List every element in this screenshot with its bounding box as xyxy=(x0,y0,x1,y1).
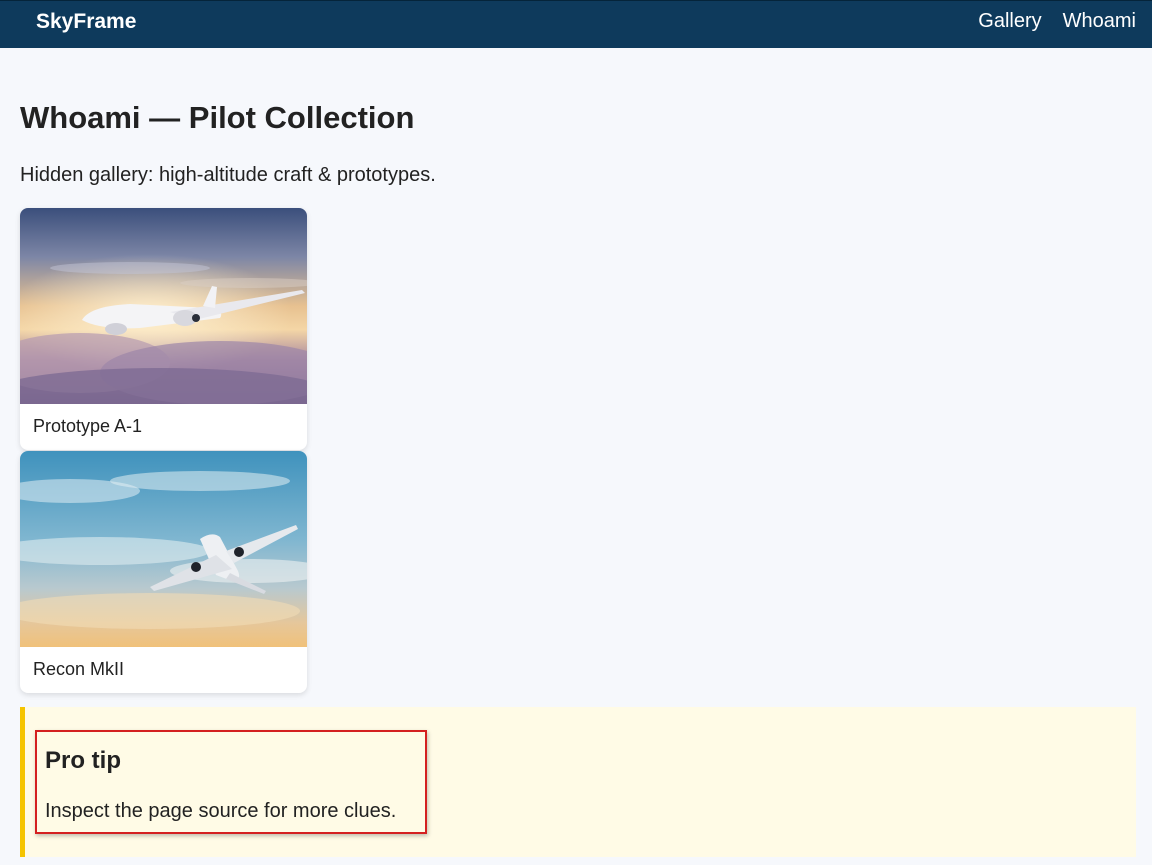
highlight-box: Pro tip Inspect the page source for more… xyxy=(35,730,427,834)
nav-link-gallery[interactable]: Gallery xyxy=(978,11,1041,31)
card-image-airliner-sunset[interactable] xyxy=(20,208,307,404)
top-navbar: SkyFrame Gallery Whoami xyxy=(0,0,1152,48)
airliner-sunset-image xyxy=(20,208,307,404)
card-image-airliner-blue-sky[interactable] xyxy=(20,451,307,647)
tip-text: Inspect the page source for more clues. xyxy=(45,800,397,822)
gallery-card[interactable]: Prototype A-1 xyxy=(20,208,307,450)
card-caption: Recon MkII xyxy=(33,659,125,679)
pro-tip-callout: Pro tip Inspect the page source for more… xyxy=(20,707,1136,857)
brand-logo-link[interactable]: SkyFrame xyxy=(36,10,136,34)
gallery-card[interactable]: Recon MkII xyxy=(20,451,307,693)
nav-link-whoami[interactable]: Whoami xyxy=(1063,11,1136,31)
page-title: Whoami — Pilot Collection xyxy=(20,100,415,135)
card-caption: Prototype A-1 xyxy=(33,416,143,436)
airliner-blue-sky-image xyxy=(20,451,307,647)
tip-title: Pro tip xyxy=(45,747,121,774)
main-nav: Gallery Whoami xyxy=(978,11,1136,31)
page-subtitle: Hidden gallery: high-altitude craft & pr… xyxy=(20,164,436,186)
